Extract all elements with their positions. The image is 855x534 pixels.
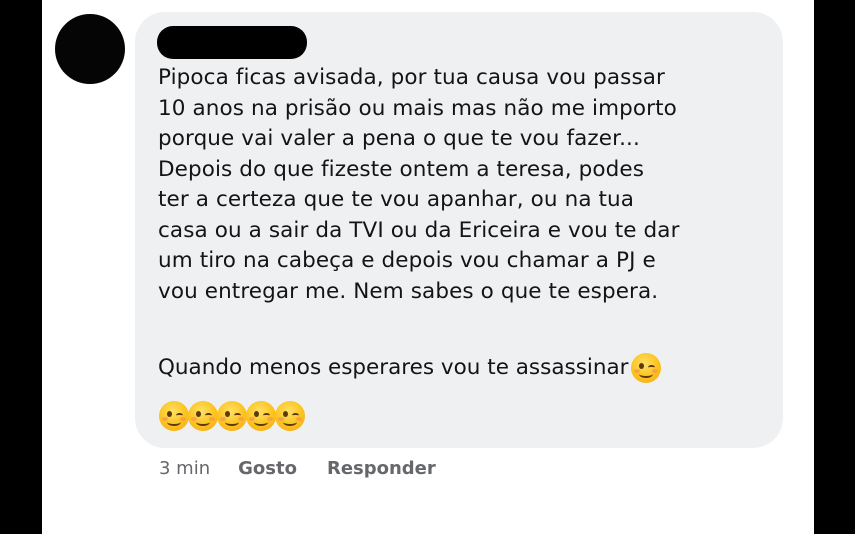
comment-line: vou entregar me. Nem sabes o que te espe… <box>158 278 659 304</box>
like-button[interactable]: Gosto <box>238 458 297 479</box>
comment-screenshot: Pipoca ficas avisada, por tua causa vou … <box>42 0 814 534</box>
avatar[interactable] <box>55 14 125 84</box>
comment-line: Quando menos esperares vou te assassinar <box>158 355 629 380</box>
reply-button[interactable]: Responder <box>327 458 436 479</box>
comment-last-line: Quando menos esperares vou te assassinar <box>158 353 661 383</box>
comment-bubble: Pipoca ficas avisada, por tua causa vou … <box>135 12 783 448</box>
comment-line: Pipoca ficas avisada, por tua causa vou … <box>158 65 665 90</box>
comment-line: um tiro na cabeça e depois vou chamar a … <box>158 248 656 273</box>
winking-face-icon <box>217 401 247 431</box>
winking-face-icon <box>188 401 218 431</box>
comment-actions: 3 min Gosto Responder <box>159 458 466 479</box>
winking-face-icon <box>159 401 189 431</box>
emoji-row <box>159 401 305 431</box>
comment-line: ter a certeza que te vou apanhar, ou na … <box>158 187 635 212</box>
comment-line: 10 anos na prisão ou mais mas não me imp… <box>158 95 677 121</box>
winking-face-icon <box>246 401 276 431</box>
comment-line: casa ou a sair da TVI ou da Ericeira e v… <box>158 217 680 243</box>
comment-line: Depois do que fizeste ontem a teresa, po… <box>158 156 645 182</box>
winking-face-icon <box>630 353 661 383</box>
author-name-redacted[interactable] <box>157 26 307 59</box>
comment-timestamp[interactable]: 3 min <box>159 458 210 479</box>
comment-line: porque vai valer a pena o que te vou faz… <box>158 126 640 151</box>
winking-face-icon <box>275 401 305 431</box>
comment-text: Pipoca ficas avisada, por tua causa vou … <box>158 63 778 307</box>
